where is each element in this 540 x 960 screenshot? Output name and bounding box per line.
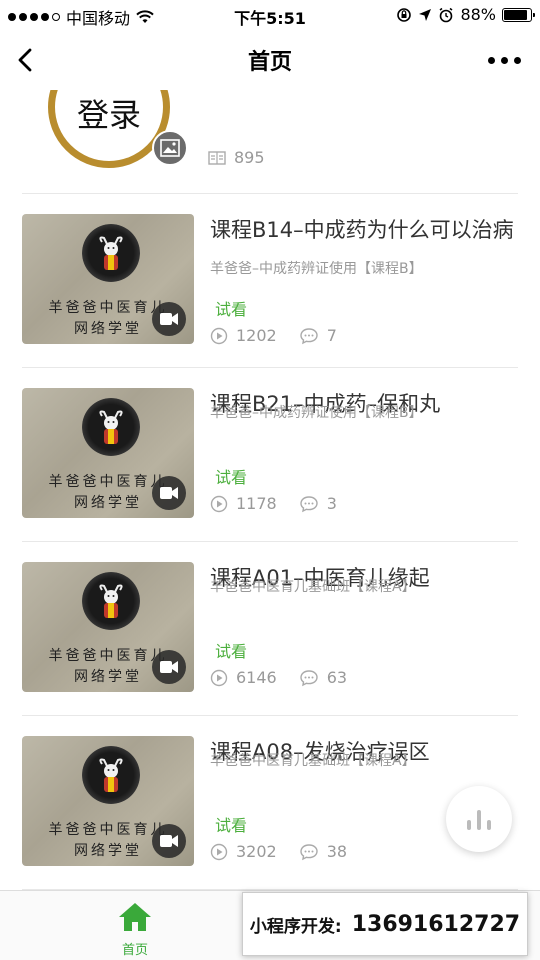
comment-count-value: 38	[326, 842, 348, 861]
status-bar: 中国移动 下午5:51 88%	[0, 0, 540, 30]
comment-count: 3	[299, 494, 337, 513]
comment-count-value: 3	[326, 494, 337, 513]
course-list-item[interactable]: 羊爸爸中医育儿 网络学堂 课程A08–发烧治疗误区 羊爸爸中医育儿基础班【课程A…	[22, 716, 518, 890]
goat-logo-icon	[99, 758, 123, 792]
course-thumbnail: 羊爸爸中医育儿 网络学堂	[22, 736, 194, 866]
course-subtitle: 羊爸爸–中成药辨证使用【课程B】	[210, 261, 423, 277]
course-stats: 6146 63	[210, 668, 347, 687]
comment-count: 63	[299, 668, 347, 687]
play-count-value: 1178	[236, 494, 277, 513]
article-count-value: 895	[234, 148, 265, 167]
image-icon	[152, 130, 188, 166]
comment-count: 7	[299, 326, 337, 345]
course-stats: 1178 3	[210, 494, 337, 513]
video-icon	[152, 824, 186, 858]
nav-bar: 首页	[0, 30, 540, 90]
comment-count-value: 7	[326, 326, 337, 345]
rotation-lock-icon	[397, 7, 412, 22]
video-icon	[152, 302, 186, 336]
back-arrow-icon[interactable]	[10, 44, 42, 76]
comment-count: 38	[299, 842, 347, 861]
article-count: 895	[208, 148, 265, 167]
comment-icon	[300, 843, 318, 860]
tab-home-label: 首页	[121, 943, 148, 958]
course-subtitle: 羊爸爸中医育儿基础班【课程A】	[210, 753, 416, 769]
promo-phone: 13691612727	[351, 911, 521, 937]
course-stats: 1202 7	[210, 326, 337, 345]
trial-label: 试看	[215, 816, 248, 835]
battery-percent: 88%	[460, 5, 496, 24]
play-count-value: 6146	[236, 668, 277, 687]
play-count: 6146	[210, 668, 277, 687]
play-icon	[210, 327, 228, 344]
floating-stats-button[interactable]	[446, 786, 512, 852]
list-item-community-login[interactable]: 社区 登录 895	[22, 90, 518, 194]
trial-label: 试看	[215, 642, 248, 661]
trial-label: 试看	[215, 300, 248, 319]
play-icon	[210, 843, 228, 860]
play-icon	[210, 669, 228, 686]
course-thumbnail: 羊爸爸中医育儿 网络学堂	[22, 388, 194, 518]
goat-logo-icon	[99, 584, 123, 618]
status-right: 88%	[396, 5, 535, 24]
page-title: 首页	[247, 50, 292, 75]
comment-icon	[300, 327, 318, 344]
course-subtitle: 羊爸爸中医育儿基础班【课程A】	[210, 579, 416, 595]
alarm-icon	[439, 7, 453, 22]
play-count: 1202	[210, 326, 277, 345]
more-options-icon[interactable]	[484, 50, 524, 70]
course-list-item[interactable]: 羊爸爸中医育儿 网络学堂 课程B14–中成药为什么可以治病 羊爸爸–中成药辨证使…	[22, 194, 518, 368]
goat-logo-icon	[99, 410, 123, 444]
course-list-item[interactable]: 羊爸爸中医育儿 网络学堂 课程A01–中医育儿缘起 羊爸爸中医育儿基础班【课程A…	[22, 542, 518, 716]
play-count-value: 3202	[236, 842, 277, 861]
battery-icon	[502, 7, 535, 22]
course-list-item[interactable]: 羊爸爸中医育儿 网络学堂 课程B21–中成药–保和丸 羊爸爸–中成药辨证使用【课…	[22, 368, 518, 542]
content-list: 社区 登录 895	[0, 90, 540, 890]
goat-logo-icon	[99, 236, 123, 270]
home-icon	[119, 903, 151, 931]
course-thumbnail: 羊爸爸中医育儿 网络学堂	[22, 214, 194, 344]
logo-text-line2: 登录	[76, 96, 141, 134]
video-icon	[152, 476, 186, 510]
play-icon	[210, 495, 228, 512]
course-thumbnail: 羊爸爸中医育儿 网络学堂	[22, 562, 194, 692]
course-title: 课程B14–中成药为什么可以治病	[210, 218, 514, 242]
play-count: 3202	[210, 842, 277, 861]
battery-fill	[504, 9, 527, 20]
promo-label: 小程序开发:	[249, 916, 342, 937]
comment-count-value: 63	[326, 668, 348, 687]
comment-icon	[300, 669, 318, 686]
article-icon	[208, 150, 226, 165]
course-stats: 3202 38	[210, 842, 347, 861]
tab-home[interactable]: 首页	[100, 901, 170, 958]
location-icon	[419, 8, 432, 21]
comment-icon	[300, 495, 318, 512]
play-count: 1178	[210, 494, 277, 513]
promo-banner: 小程序开发: 13691612727	[242, 892, 528, 956]
video-icon	[152, 650, 186, 684]
trial-label: 试看	[215, 468, 248, 487]
play-count-value: 1202	[236, 326, 277, 345]
community-logo: 社区 登录	[48, 90, 170, 168]
course-subtitle: 羊爸爸–中成药辨证使用【课程B】	[210, 405, 423, 421]
